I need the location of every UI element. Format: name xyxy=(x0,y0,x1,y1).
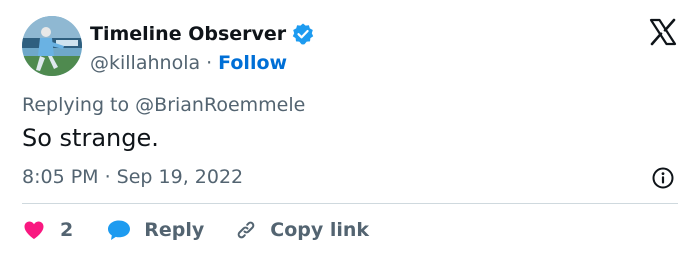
x-logo-icon[interactable] xyxy=(648,17,678,47)
author-display-name[interactable]: Timeline Observer xyxy=(90,23,286,45)
author-header: Timeline Observer @killahnola · Follow xyxy=(90,19,315,77)
like-button[interactable]: 2 xyxy=(22,218,73,242)
avatar[interactable] xyxy=(22,16,82,76)
handle-row: @killahnola · Follow xyxy=(90,49,315,77)
reply-bubble-icon xyxy=(106,218,132,242)
copy-link-label: Copy link xyxy=(270,219,370,241)
separator-dot: · xyxy=(206,52,213,74)
tweet-card: Timeline Observer @killahnola · Follow R… xyxy=(0,0,700,256)
tweet-timestamp[interactable]: 8:05 PM · Sep 19, 2022 xyxy=(22,166,243,188)
follow-button[interactable]: Follow xyxy=(218,52,287,74)
verified-badge-icon xyxy=(291,22,315,46)
name-row: Timeline Observer xyxy=(90,19,315,49)
action-bar: 2 Reply Copy link xyxy=(22,213,369,247)
reply-button[interactable]: Reply xyxy=(106,218,204,242)
avatar-image xyxy=(22,16,82,76)
reply-label: Reply xyxy=(144,219,205,241)
link-icon xyxy=(234,218,258,242)
heart-icon xyxy=(22,218,46,242)
reply-context[interactable]: Replying to @BrianRoemmele xyxy=(22,94,305,116)
like-count: 2 xyxy=(60,219,74,241)
tweet-text: So strange. xyxy=(22,124,159,152)
copy-link-button[interactable]: Copy link xyxy=(234,218,369,242)
author-handle[interactable]: @killahnola xyxy=(90,52,200,74)
divider xyxy=(22,203,678,204)
info-icon[interactable] xyxy=(651,166,675,190)
